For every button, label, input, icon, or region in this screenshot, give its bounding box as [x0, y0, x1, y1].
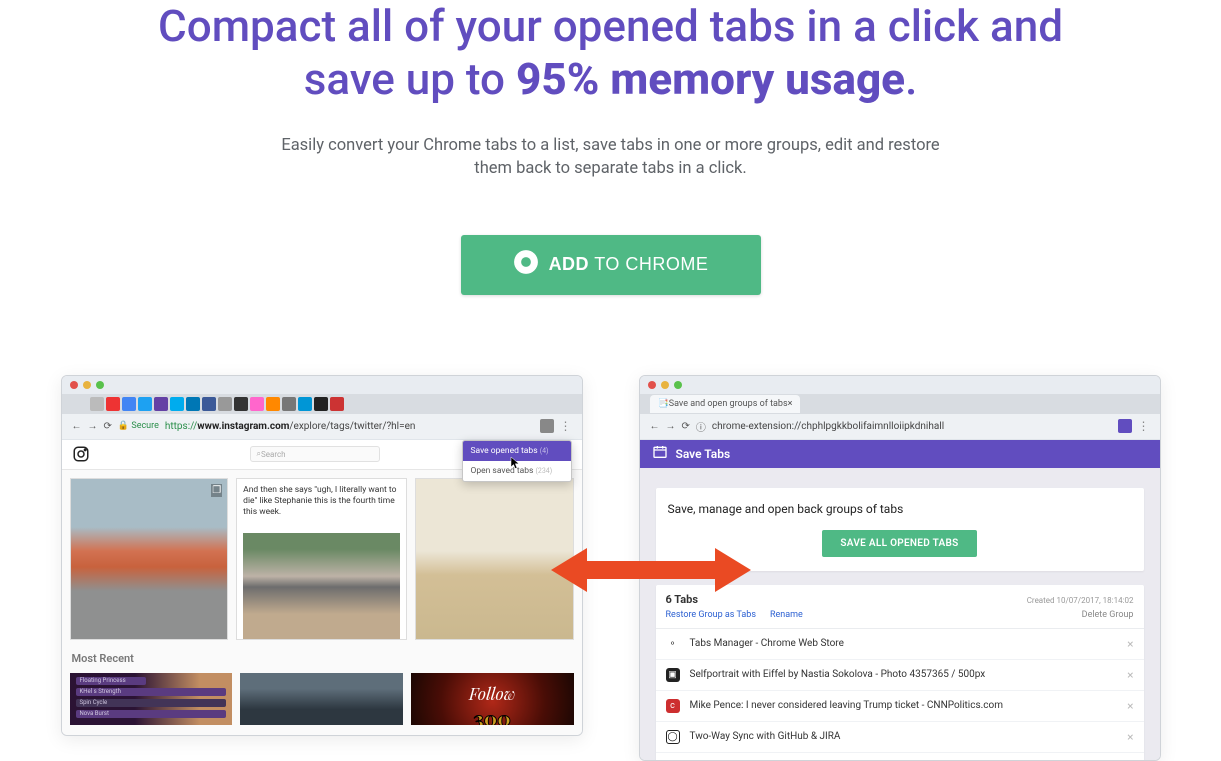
- extension-icon[interactable]: [1118, 419, 1132, 433]
- nav-reload-icon[interactable]: ⟳: [682, 421, 690, 432]
- nav-fwd-icon[interactable]: →: [666, 421, 676, 432]
- cta-label: ADD TO CHROME: [549, 254, 709, 275]
- grid-caption: And then she says "ugh, I literally want…: [243, 485, 400, 529]
- grid-cell[interactable]: Floating Princess KHel s Strength Spin C…: [70, 673, 233, 725]
- grid-cell[interactable]: Follow 300: [411, 673, 574, 725]
- image-grid: ❐ And then she says "ugh, I literally wa…: [62, 470, 582, 648]
- grid-cell[interactable]: [240, 673, 403, 725]
- close-icon[interactable]: ×: [1127, 699, 1133, 713]
- extension-icon[interactable]: [540, 419, 554, 433]
- grid-cell[interactable]: And then she says "ugh, I literally want…: [236, 478, 407, 640]
- most-recent-label: Most Recent: [62, 648, 582, 673]
- browser-tab[interactable]: 📑 Save and open groups of tabs ×: [650, 395, 801, 413]
- traffic-light-max: [674, 381, 682, 389]
- traffic-light-min: [83, 381, 91, 389]
- nav-back-icon[interactable]: ←: [650, 421, 660, 432]
- favicon-icon: ▣: [666, 668, 680, 682]
- image-grid-2: Floating Princess KHel s Strength Spin C…: [62, 673, 582, 725]
- close-icon[interactable]: ×: [1127, 637, 1133, 651]
- traffic-light-max: [96, 381, 104, 389]
- browser-menu-icon[interactable]: ⋮: [1138, 419, 1150, 433]
- url-text: chrome-extension://chphlpgkkbolifaimnllo…: [712, 421, 1112, 432]
- card-title: Save, manage and open back groups of tab…: [668, 502, 1132, 516]
- delete-link[interactable]: Delete Group: [1082, 610, 1134, 620]
- instagram-search-input[interactable]: ⌕ Search: [250, 446, 380, 462]
- restore-link[interactable]: Restore Group as Tabs: [666, 610, 756, 620]
- nav-reload-icon[interactable]: ⟳: [104, 421, 112, 432]
- rename-link[interactable]: Rename: [770, 610, 803, 620]
- window-controls: [62, 376, 582, 394]
- window-controls: [640, 376, 1160, 394]
- traffic-light-min: [661, 381, 669, 389]
- favicon-icon: ◯: [666, 730, 680, 744]
- url-text: https://www.instagram.com/explore/tags/t…: [165, 421, 534, 432]
- tab-row[interactable]: ▣Selfportrait with Eiffel by Nastia Soko…: [656, 660, 1144, 691]
- instagram-logo-icon: [72, 445, 90, 463]
- traffic-light-close: [70, 381, 78, 389]
- page: Compact all of your opened tabs in a cli…: [0, 0, 1221, 735]
- grid-cell[interactable]: ❐: [70, 478, 229, 640]
- cursor-icon: [510, 455, 520, 467]
- browser-menu-icon[interactable]: ⋮: [560, 419, 572, 433]
- app-title: Save Tabs: [676, 447, 731, 461]
- grid-image: [243, 533, 400, 640]
- screenshot-row: ← → ⟳ 🔒 Secure https://www.instagram.com…: [61, 375, 1161, 735]
- address-bar[interactable]: ← → ⟳ ⓘ chrome-extension://chphlpgkkboli…: [640, 414, 1160, 440]
- lock-icon: 🔒 Secure: [118, 421, 159, 431]
- bidirectional-arrow-icon: [551, 545, 751, 595]
- traffic-light-close: [648, 381, 656, 389]
- carousel-icon: ❐: [211, 484, 222, 497]
- tab-row[interactable]: ◯Two-Way Sync with GitHub & JIRA×: [656, 722, 1144, 753]
- tab-strip: [62, 394, 582, 414]
- chrome-icon: [513, 249, 539, 280]
- tab-group: 6 Tabs Created 10/07/2017, 18:14:02 Rest…: [656, 585, 1144, 761]
- favicon-icon: ⚬: [666, 637, 680, 651]
- screenshot-browser-left: ← → ⟳ 🔒 Secure https://www.instagram.com…: [61, 375, 583, 736]
- address-bar[interactable]: ← → ⟳ 🔒 Secure https://www.instagram.com…: [62, 414, 582, 440]
- tab-strip: 📑 Save and open groups of tabs ×: [640, 394, 1160, 414]
- close-icon[interactable]: ×: [1127, 668, 1133, 682]
- tab-row[interactable]: ⚬Tabs Manager - Chrome Web Store×: [656, 629, 1144, 660]
- save-all-button[interactable]: SAVE ALL OPENED TABS: [822, 530, 976, 557]
- favicon-icon: c: [666, 699, 680, 713]
- app-bar: Save Tabs: [640, 440, 1160, 468]
- add-to-chrome-button[interactable]: ADD TO CHROME: [461, 235, 761, 295]
- hero-subtitle: Easily convert your Chrome tabs to a lis…: [281, 134, 941, 180]
- nav-fwd-icon[interactable]: →: [88, 421, 98, 432]
- tab-row[interactable]: cMike Pence: I never considered leaving …: [656, 691, 1144, 722]
- hero-headline: Compact all of your opened tabs in a cli…: [111, 0, 1111, 106]
- nav-back-icon[interactable]: ←: [72, 421, 82, 432]
- app-icon: [652, 444, 668, 463]
- close-icon[interactable]: ×: [1127, 730, 1133, 744]
- tab-row[interactable]: s×: [656, 753, 1144, 761]
- created-timestamp: Created 10/07/2017, 18:14:02: [1027, 596, 1134, 605]
- info-icon: ⓘ: [696, 419, 706, 434]
